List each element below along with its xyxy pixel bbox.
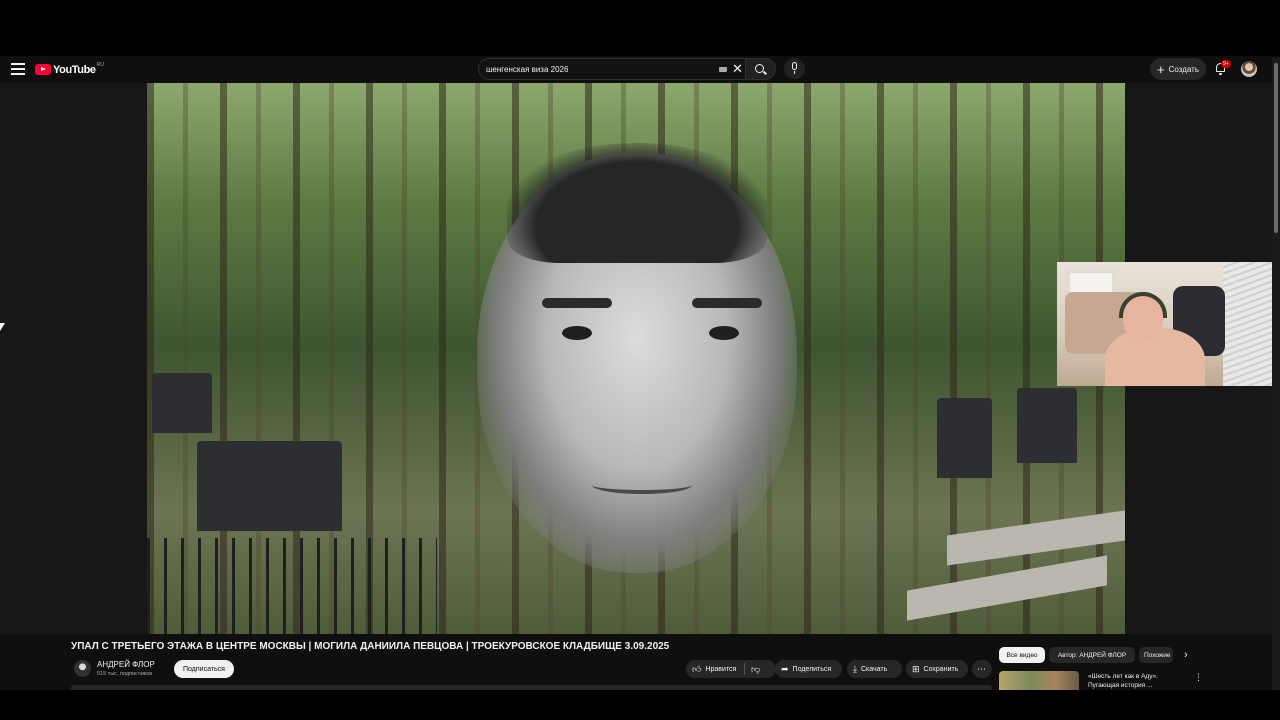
notification-badge: 9+	[1221, 60, 1231, 68]
webcam-overlay	[1057, 262, 1280, 386]
chip-similar[interactable]: Похожие	[1139, 647, 1173, 663]
description-box[interactable]	[71, 685, 992, 690]
keyboard-icon[interactable]	[719, 67, 727, 72]
video-gravestone	[1017, 388, 1077, 463]
chip-author[interactable]: Автор: АНДРЕЙ ФЛОР	[1049, 647, 1135, 663]
chevron-right-icon[interactable]: ›	[1184, 648, 1188, 662]
video-frame[interactable]	[147, 83, 1125, 634]
mouse-cursor-icon	[0, 323, 5, 331]
save-label: Сохранить	[923, 665, 959, 673]
video-gravestone	[937, 398, 992, 478]
recommendation-thumbnail[interactable]	[999, 671, 1079, 690]
youtube-play-icon	[35, 64, 51, 75]
video-fence	[147, 538, 437, 634]
download-label: Скачать	[860, 665, 888, 673]
search-input[interactable]	[486, 63, 696, 76]
scrollbar-thumb[interactable]	[1274, 63, 1278, 233]
thumb-down-icon[interactable]: 👎︎	[751, 663, 760, 675]
share-button[interactable]: ➦ Поделиться	[775, 660, 842, 678]
share-icon: ➦	[781, 663, 789, 674]
recommendation-title-line2: Пугающая история ...	[1088, 682, 1153, 689]
youtube-logo[interactable]: YouTube RU	[35, 62, 104, 77]
search-button[interactable]	[746, 58, 776, 80]
clear-search-icon[interactable]: ✕	[732, 62, 743, 75]
mic-icon	[792, 62, 797, 70]
video-gravestone	[152, 373, 212, 433]
video-info: УПАЛ С ТРЕТЬЕГО ЭТАЖА В ЦЕНТРЕ МОСКВЫ | …	[0, 634, 1272, 690]
recommendation-title[interactable]: «Шесть лет как в Аду». Пугающая история …	[1088, 672, 1180, 690]
more-actions-button[interactable]: ⋯	[972, 660, 992, 678]
download-icon: ⤓	[853, 663, 857, 674]
channel-subscribers: 515 тыс. подписчиков	[97, 671, 153, 677]
channel-avatar[interactable]	[74, 660, 91, 677]
create-button[interactable]: + Создать	[1150, 58, 1206, 80]
like-label: Нравится	[705, 665, 737, 673]
download-button[interactable]: ⤓ Скачать	[847, 660, 902, 678]
like-button[interactable]: 👍︎ Нравится	[686, 660, 776, 678]
video-title: УПАЛ С ТРЕТЬЕГО ЭТАЖА В ЦЕНТРЕ МОСКВЫ | …	[71, 641, 670, 652]
logo-region: RU	[96, 62, 104, 68]
logo-text: YouTube	[53, 63, 96, 76]
thumb-up-icon: 👍︎	[692, 663, 702, 674]
video-hair	[507, 143, 767, 263]
top-bar: YouTube RU ✕ + Создать 9+	[0, 56, 1280, 83]
chip-all-videos[interactable]: Все видео	[999, 647, 1045, 663]
plus-icon: +	[1157, 61, 1165, 77]
channel-name[interactable]: АНДРЕЙ ФЛОР	[97, 660, 155, 669]
like-divider	[744, 663, 745, 675]
menu-icon[interactable]	[11, 63, 25, 75]
save-icon: ⊞	[912, 663, 920, 674]
account-avatar[interactable]	[1241, 61, 1257, 77]
more-vert-icon[interactable]: ⋮	[1194, 672, 1203, 682]
subscribe-button[interactable]: Подписаться	[174, 660, 234, 678]
recommendation-title-line1: «Шесть лет как в Аду».	[1088, 673, 1158, 680]
voice-search-button[interactable]	[784, 58, 805, 79]
save-button[interactable]: ⊞ Сохранить	[906, 660, 968, 678]
share-label: Поделиться	[792, 665, 832, 673]
search-box: ✕	[478, 58, 746, 80]
page-scrollbar[interactable]	[1272, 58, 1280, 690]
create-label: Создать	[1168, 64, 1199, 74]
video-gravestone	[197, 441, 342, 531]
